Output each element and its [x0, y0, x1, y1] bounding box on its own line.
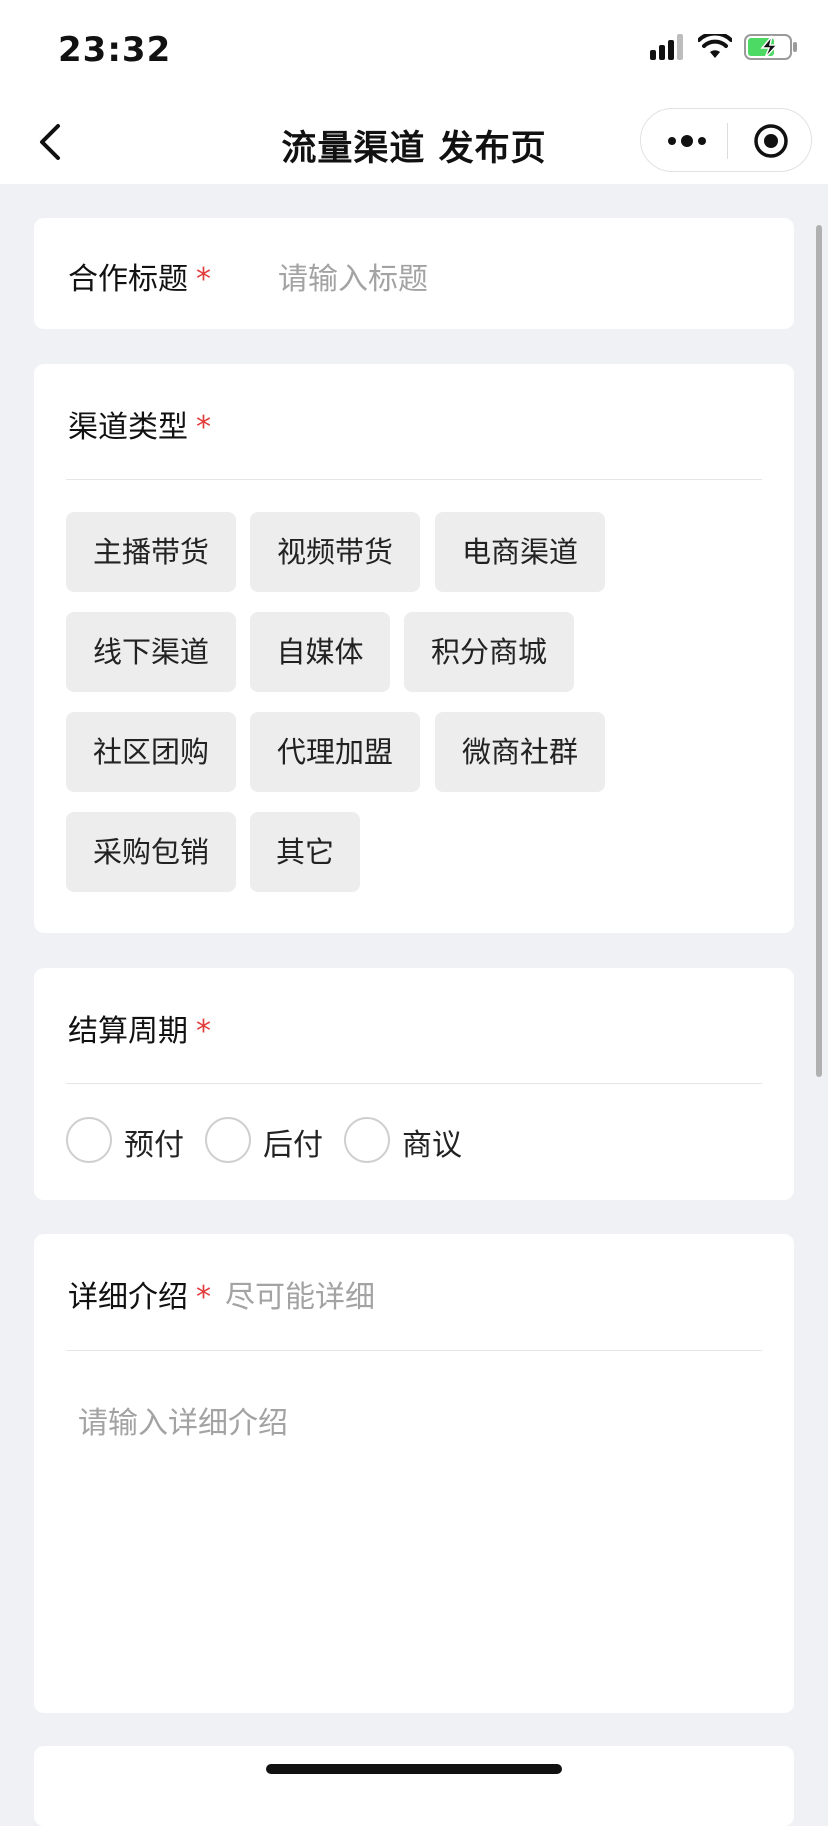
channel-type-card: 渠道类型 * 主播带货 视频带货 电商渠道 线下渠道 自媒体 积分商城 社区团购 …	[34, 364, 794, 933]
title-input[interactable]: 请输入标题	[278, 254, 428, 298]
detail-card: 详细介绍 * 尽可能详细 请输入详细介绍	[34, 1234, 794, 1713]
channel-option-chip[interactable]: 主播带货	[66, 512, 236, 592]
channel-option-chip[interactable]: 其它	[250, 812, 360, 892]
required-mark: *	[196, 1014, 211, 1049]
divider	[66, 1083, 762, 1084]
divider	[66, 1350, 762, 1351]
channel-option-chip[interactable]: 代理加盟	[250, 712, 420, 792]
title-card: 合作标题 * 请输入标题	[34, 218, 794, 329]
channel-option-chip[interactable]: 社区团购	[66, 712, 236, 792]
settlement-option-label[interactable]: 商议	[402, 1120, 462, 1164]
status-time: 23:32	[58, 30, 172, 70]
detail-textarea[interactable]: 请输入详细介绍	[78, 1398, 758, 1688]
channel-type-label: 渠道类型 *	[68, 410, 211, 445]
channel-option-chip[interactable]: 采购包销	[66, 812, 236, 892]
status-icons	[650, 34, 798, 60]
settlement-option-label[interactable]: 后付	[263, 1120, 323, 1164]
required-mark: *	[196, 262, 211, 297]
more-options-icon[interactable]	[665, 125, 709, 157]
scrollbar[interactable]	[816, 225, 822, 1077]
settlement-label: 结算周期 *	[68, 1014, 211, 1049]
channel-option-chip[interactable]: 视频带货	[250, 512, 420, 592]
channel-option-chip[interactable]: 电商渠道	[435, 512, 605, 592]
channel-option-chip[interactable]: 微商社群	[435, 712, 605, 792]
cellular-signal-icon	[650, 34, 683, 60]
capsule-divider	[727, 123, 728, 159]
home-indicator[interactable]	[266, 1764, 562, 1774]
channel-option-chip[interactable]: 积分商城	[404, 612, 574, 692]
channel-option-chip[interactable]: 自媒体	[250, 612, 390, 692]
navigation-bar: 流量渠道 发布页	[0, 100, 828, 184]
settlement-radio-negotiable[interactable]	[344, 1117, 390, 1163]
close-miniprogram-icon[interactable]	[753, 123, 789, 159]
settlement-card: 结算周期 * 预付 后付 商议	[34, 968, 794, 1200]
next-card	[34, 1746, 794, 1826]
required-mark: *	[196, 1280, 211, 1315]
channel-option-chip[interactable]: 线下渠道	[66, 612, 236, 692]
divider	[66, 479, 762, 480]
miniprogram-capsule	[640, 108, 812, 172]
detail-label: 详细介绍 * 尽可能详细	[68, 1280, 375, 1315]
settlement-radio-postpay[interactable]	[205, 1117, 251, 1163]
settlement-option-label[interactable]: 预付	[124, 1120, 184, 1164]
title-field-label: 合作标题 *	[68, 262, 211, 297]
required-mark: *	[196, 410, 211, 445]
battery-charging-icon	[744, 34, 797, 60]
settlement-radio-prepay[interactable]	[66, 1117, 112, 1163]
wifi-icon	[698, 34, 732, 58]
status-bar: 23:32	[0, 0, 828, 100]
detail-hint: 尽可能详细	[225, 1280, 375, 1315]
